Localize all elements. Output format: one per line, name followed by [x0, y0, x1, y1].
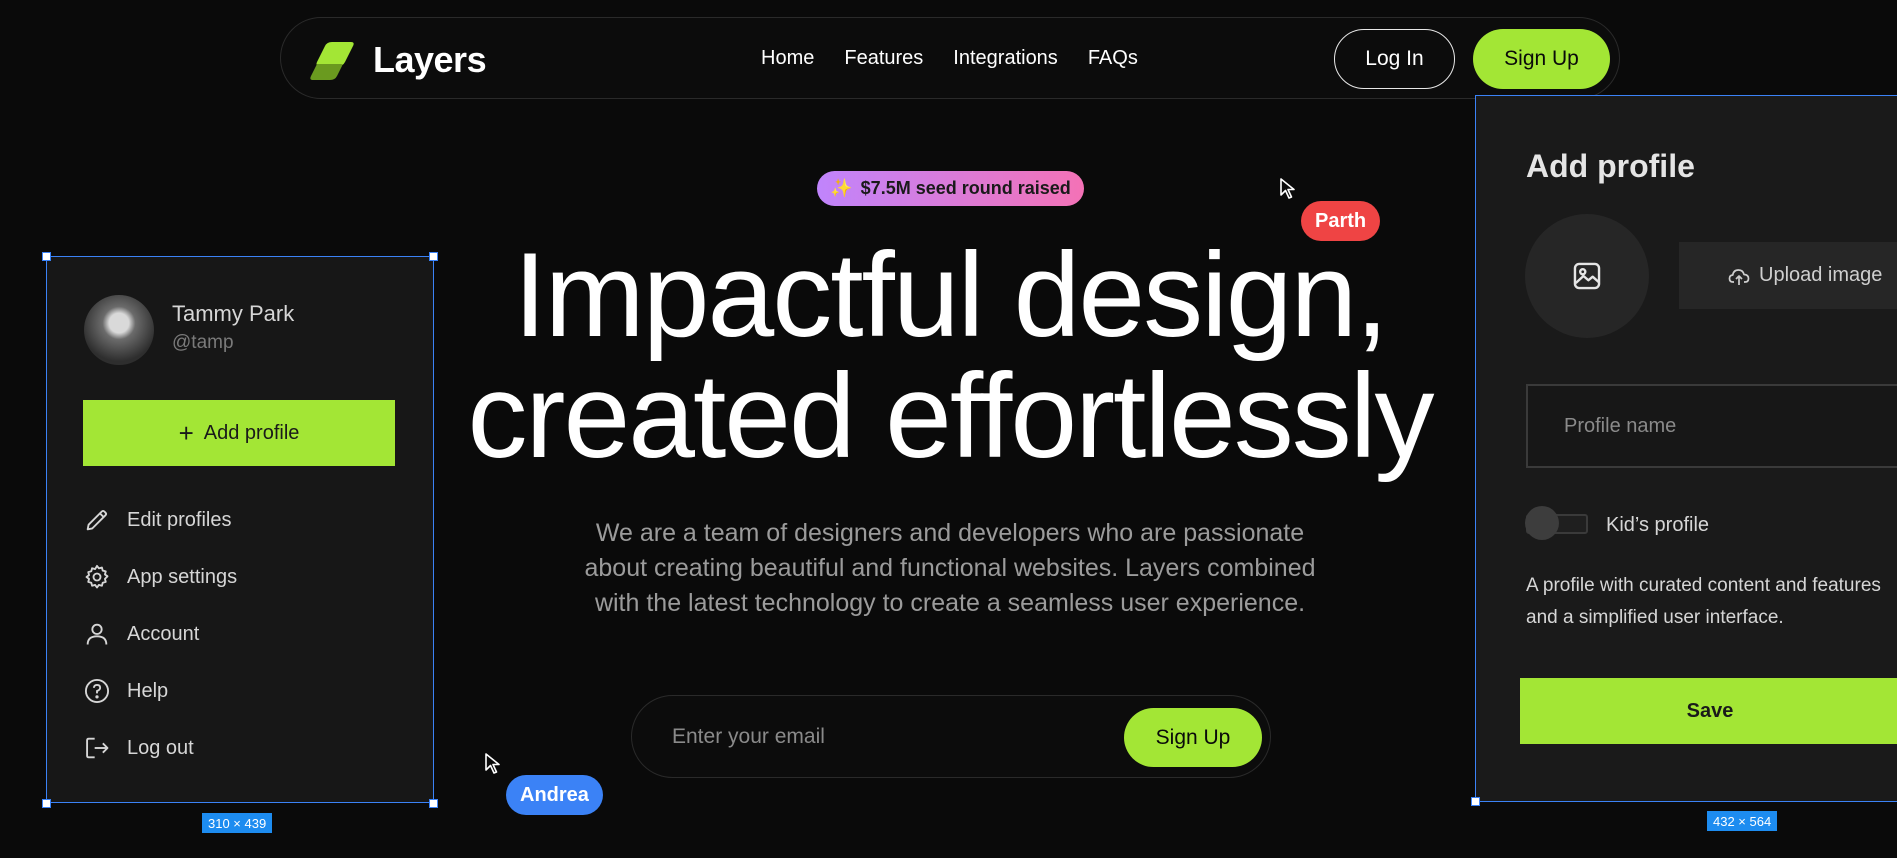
resize-handle[interactable]: [42, 252, 51, 261]
menu-item-help[interactable]: Help: [83, 675, 168, 707]
menu-item-label: App settings: [127, 565, 238, 588]
menu-item-label: Account: [127, 622, 200, 645]
cursor-label-parth: Parth: [1301, 201, 1381, 241]
brand-logo[interactable]: Layers: [303, 32, 487, 88]
add-profile-title: Add profile: [1526, 148, 1695, 184]
pencil-icon: [86, 509, 108, 531]
upload-image-label: Upload image: [1759, 264, 1883, 286]
gear-icon: [85, 564, 109, 589]
email-signup-form: Sign Up: [631, 695, 1271, 778]
menu-item-label: Log out: [127, 736, 194, 759]
toggle-knob: [1525, 506, 1559, 540]
email-input[interactable]: [672, 716, 1072, 758]
resize-handle[interactable]: [429, 252, 438, 261]
kids-profile-toggle[interactable]: [1525, 506, 1588, 540]
description-line-1: A profile with curated content and featu…: [1526, 575, 1881, 596]
profile-menu-card: Tammy Park @tamp + Add profile Edit prof…: [47, 257, 433, 802]
funding-badge: ✨ $7.5M seed round raised: [817, 171, 1084, 206]
cursor-label-andrea: Andrea: [506, 775, 603, 815]
menu-item-account[interactable]: Account: [83, 618, 199, 650]
nav-signup-button[interactable]: Sign Up: [1473, 29, 1610, 89]
add-profile-label: Add profile: [203, 421, 300, 444]
upload-image-button[interactable]: Upload image: [1679, 242, 1897, 309]
hero-headline: Impactful design, created effortlessly: [420, 235, 1480, 477]
email-signup-button[interactable]: Sign Up: [1124, 708, 1262, 767]
logout-icon: [86, 737, 109, 759]
kids-profile-label: Kid’s profile: [1606, 514, 1710, 536]
dimension-label: 432 × 564: [1707, 811, 1778, 831]
menu-item-label: Help: [127, 679, 169, 702]
help-circle-icon: [84, 678, 110, 704]
profile-name-input[interactable]: [1526, 384, 1897, 468]
plus-icon: +: [178, 418, 194, 448]
login-button[interactable]: Log In: [1334, 29, 1455, 89]
brand-name: Layers: [373, 39, 487, 80]
navbar: Layers Home Features Integrations FAQs L…: [280, 17, 1620, 99]
menu-item-log-out[interactable]: Log out: [83, 732, 194, 764]
resize-handle[interactable]: [429, 799, 438, 808]
profile-photo-placeholder[interactable]: [1525, 214, 1649, 338]
cloud-upload-icon: [1728, 268, 1750, 285]
kids-profile-description: A profile with curated content and featu…: [1526, 570, 1897, 634]
cursor-pointer-icon: [485, 753, 500, 774]
resize-handle[interactable]: [42, 799, 51, 808]
nav-link-faqs[interactable]: FAQs: [1088, 47, 1138, 70]
sparkles-icon: ✨: [830, 178, 853, 198]
resize-handle[interactable]: [1471, 797, 1480, 806]
menu-item-app-settings[interactable]: App settings: [83, 561, 237, 593]
image-icon: [1573, 262, 1601, 290]
save-button[interactable]: Save: [1520, 678, 1897, 744]
avatar[interactable]: [84, 295, 154, 365]
badge-text: $7.5M seed round raised: [860, 178, 1071, 198]
user-name: Tammy Park: [172, 301, 295, 326]
headline-line-2: created effortlessly: [467, 349, 1435, 483]
headline-line-1: Impactful design,: [513, 228, 1388, 362]
layers-logo-icon: [310, 42, 354, 80]
nav-links: Home Features Integrations FAQs: [761, 18, 1138, 98]
cursor-pointer-icon: [1280, 178, 1295, 199]
description-line-2: and a simplified user interface.: [1526, 607, 1784, 628]
nav-link-home[interactable]: Home: [761, 47, 814, 70]
add-profile-button[interactable]: + Add profile: [83, 400, 395, 466]
hero-subtext: We are a team of designers and developer…: [584, 519, 1316, 617]
menu-item-label: Edit profiles: [127, 508, 232, 531]
nav-link-features[interactable]: Features: [844, 47, 923, 70]
user-icon: [86, 623, 108, 645]
dimension-label: 310 × 439: [202, 813, 273, 833]
nav-link-integrations[interactable]: Integrations: [953, 47, 1058, 70]
add-profile-card: Add profile Upload image Kid’s profile A…: [1476, 96, 1897, 801]
user-handle: @tamp: [172, 332, 234, 353]
menu-item-edit-profiles[interactable]: Edit profiles: [83, 504, 232, 536]
